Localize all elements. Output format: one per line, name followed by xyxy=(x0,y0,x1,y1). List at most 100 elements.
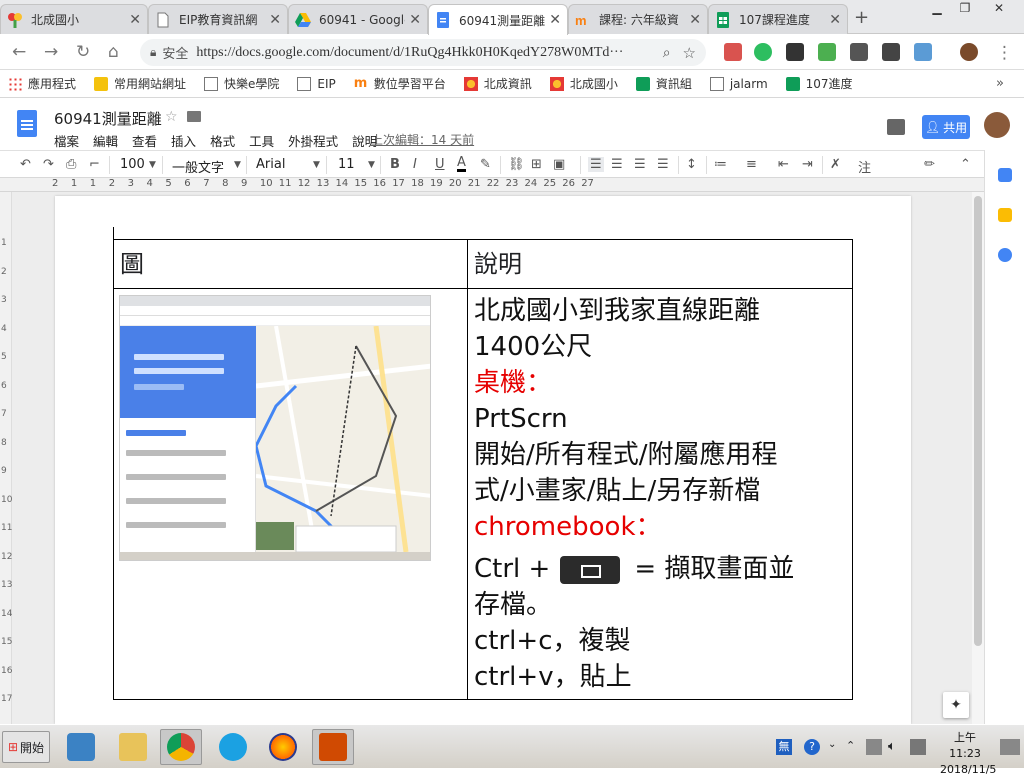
add-comment-icon[interactable]: ⊞ xyxy=(531,157,542,172)
line-spacing-icon[interactable]: ↕ xyxy=(686,157,697,172)
scrollbar-thumb[interactable] xyxy=(974,196,982,646)
more-menu-icon[interactable]: ⋮ xyxy=(996,43,1013,63)
style-select[interactable]: 一般文字 xyxy=(172,157,224,176)
font-select[interactable]: Arial xyxy=(256,157,285,172)
maps-screenshot-image[interactable] xyxy=(119,295,431,561)
bookmarks-more-icon[interactable]: » xyxy=(996,76,1004,91)
bookmark-star-icon[interactable]: ☆ xyxy=(683,44,696,62)
download-extension-icon[interactable] xyxy=(818,43,836,61)
bookmark-eip[interactable]: EIP xyxy=(297,76,336,91)
mail-extension-icon[interactable] xyxy=(914,43,932,61)
paint-format-icon[interactable]: ⌐ xyxy=(89,157,100,172)
menu-insert[interactable]: 插入 xyxy=(171,131,196,150)
bold-button[interactable]: B xyxy=(390,157,400,172)
zoom-select[interactable]: 100 xyxy=(120,157,145,172)
list-extension-icon[interactable] xyxy=(850,43,868,61)
menu-tools[interactable]: 工具 xyxy=(249,131,274,150)
chevron-down-icon[interactable]: ▼ xyxy=(149,160,156,170)
document-page[interactable]: 圖 說明 北成國小到我家直線距離 1400公尺 桌機： PrtScrn 開始/所… xyxy=(55,196,911,724)
search-icon[interactable]: ⌕ xyxy=(663,45,671,61)
chevron-down-icon[interactable]: ▼ xyxy=(313,160,320,170)
decrease-indent-icon[interactable]: ⇤ xyxy=(778,157,789,172)
table-header-image[interactable]: 圖 xyxy=(113,239,468,289)
explore-button[interactable]: ✦ xyxy=(943,692,969,718)
align-right-icon[interactable]: ☰ xyxy=(634,157,646,172)
bookmark-jalarm[interactable]: jalarm xyxy=(709,76,768,91)
bookmark-moodle[interactable]: m 數位學習平台 xyxy=(354,75,446,92)
ime-options-icon[interactable]: ⌄ xyxy=(828,739,844,755)
start-button[interactable]: ⊞ 開始 xyxy=(2,731,50,763)
powerpoint-icon[interactable] xyxy=(312,729,354,765)
system-clock[interactable]: 上午 11:23 2018/11/5 xyxy=(940,730,996,778)
volume-icon[interactable]: 🔈︎ xyxy=(888,739,904,755)
italic-button[interactable]: I xyxy=(413,157,417,172)
tab-sheets[interactable]: 107課程進度 ✕ xyxy=(708,4,848,34)
new-tab-button[interactable]: + xyxy=(854,7,869,28)
reload-icon[interactable]: ↻ xyxy=(76,42,90,62)
ime-indicator[interactable]: 無 xyxy=(776,739,792,755)
close-icon[interactable]: ✕ xyxy=(549,12,561,28)
close-icon[interactable]: ✕ xyxy=(829,12,841,28)
clear-formatting-icon[interactable]: ✗ xyxy=(830,157,841,172)
chrome-icon[interactable] xyxy=(160,729,202,765)
print-icon[interactable]: ⎙ xyxy=(66,157,76,172)
close-icon[interactable]: ✕ xyxy=(129,12,141,28)
share-button[interactable]: 👤︎ 共用 xyxy=(922,115,970,139)
comments-icon[interactable] xyxy=(887,119,905,135)
tray-expand-icon[interactable]: ⌃ xyxy=(846,739,862,755)
minimize-icon[interactable]: ▁ xyxy=(924,0,950,18)
file-explorer-icon[interactable] xyxy=(112,729,154,765)
underline-button[interactable]: U xyxy=(435,157,445,172)
tab-drive[interactable]: 60941 - Google ✕ xyxy=(288,4,428,34)
tasks-icon[interactable] xyxy=(998,248,1012,262)
back-arrow-icon[interactable]: ← xyxy=(12,42,26,62)
image-cell[interactable] xyxy=(113,288,468,700)
redo-icon[interactable]: ↷ xyxy=(43,157,54,172)
clapper-extension-icon[interactable] xyxy=(786,43,804,61)
document-title[interactable]: 60941測量距離 xyxy=(54,108,162,129)
ie-icon[interactable] xyxy=(212,729,254,765)
close-icon[interactable]: ✕ xyxy=(689,12,701,28)
calendar-icon[interactable] xyxy=(998,168,1012,182)
font-size-select[interactable]: 11 xyxy=(338,157,355,172)
document-scrollbar[interactable] xyxy=(972,192,984,724)
tab-doc-active[interactable]: 60941測量距離 ✕ xyxy=(428,4,568,35)
restore-icon[interactable]: ❐ xyxy=(952,0,978,18)
star-icon[interactable]: ☆ xyxy=(165,109,178,125)
close-icon[interactable]: ✕ xyxy=(269,12,281,28)
chevron-down-icon[interactable]: ▼ xyxy=(368,160,375,170)
folder-icon[interactable] xyxy=(187,111,201,122)
home-icon[interactable]: ⌂ xyxy=(108,42,119,62)
insert-image-icon[interactable]: ▣ xyxy=(553,157,565,172)
bookmark-folder-sites[interactable]: 常用網站網址 xyxy=(94,75,186,92)
bookmark-beicheng-info[interactable]: 北成資訊 xyxy=(463,75,532,92)
keep-icon[interactable] xyxy=(998,208,1012,222)
bookmark-107-progress[interactable]: 107進度 xyxy=(785,75,853,92)
description-cell[interactable]: 北成國小到我家直線距離 1400公尺 桌機： PrtScrn 開始/所有程式/附… xyxy=(467,288,853,700)
table-header-description[interactable]: 說明 xyxy=(467,239,853,289)
forward-arrow-icon[interactable]: → xyxy=(44,42,58,62)
menu-edit[interactable]: 編輯 xyxy=(93,131,118,150)
collapse-chevron-icon[interactable]: ⌃ xyxy=(960,157,971,172)
profile-avatar-icon[interactable] xyxy=(960,43,978,61)
speaker-extension-icon[interactable] xyxy=(882,43,900,61)
text-color-button[interactable]: A xyxy=(457,156,466,172)
bookmark-info-team[interactable]: 資訊組 xyxy=(635,75,692,92)
vertical-ruler[interactable]: 1 2 3 4 5 6 7 8 9 10 11 12 13 14 15 16 17 xyxy=(0,192,12,724)
align-center-icon[interactable]: ☰ xyxy=(611,157,623,172)
bulleted-list-icon[interactable]: ≡ xyxy=(746,157,757,172)
account-avatar[interactable] xyxy=(984,112,1010,138)
align-justify-icon[interactable]: ☰ xyxy=(657,157,669,172)
tray-app-icon[interactable] xyxy=(910,739,926,755)
comment-mode-icon[interactable]: 注 xyxy=(858,157,871,176)
window-close-icon[interactable]: ✕ xyxy=(982,0,1016,18)
media-player-icon[interactable] xyxy=(60,729,102,765)
bookmark-beicheng[interactable]: 北成國小 xyxy=(549,75,618,92)
tab-eip[interactable]: EIP教育資訊網 ✕ xyxy=(148,4,288,34)
url-omnibox[interactable]: 🔒︎ 安全 https://docs.google.com/document/d… xyxy=(140,39,706,66)
tab-beicheng[interactable]: 北成國小 ✕ xyxy=(0,4,148,34)
menu-file[interactable]: 檔案 xyxy=(54,131,79,150)
undo-icon[interactable]: ↶ xyxy=(20,157,31,172)
menu-format[interactable]: 格式 xyxy=(210,131,235,150)
network-icon[interactable] xyxy=(866,739,882,755)
